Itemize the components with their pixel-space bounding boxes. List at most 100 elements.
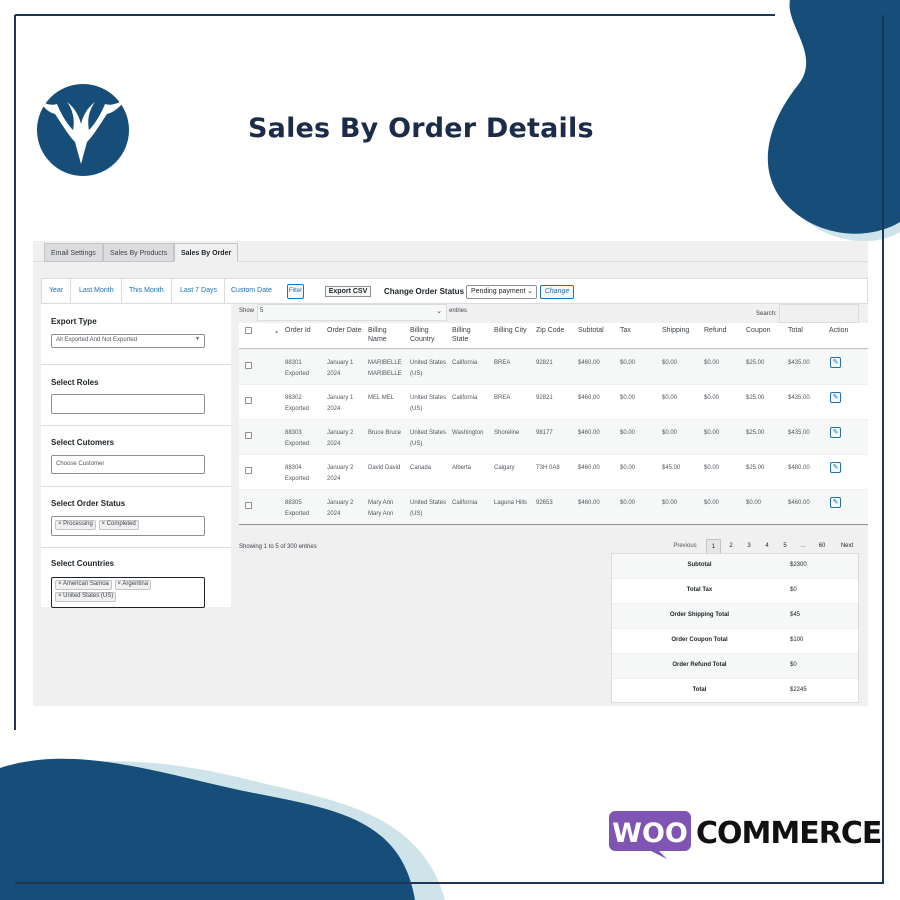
chip-label: United States (US): [63, 592, 114, 599]
woo-text: WOO: [612, 818, 688, 849]
chip-label: Completed: [106, 521, 136, 527]
col-billing-state[interactable]: Billing State: [452, 326, 486, 344]
select-all-checkbox[interactable]: [245, 327, 252, 334]
pagination-page-3[interactable]: 3: [742, 539, 756, 554]
filter-tab-last-month[interactable]: Last Month: [72, 279, 122, 304]
col-total[interactable]: Total: [788, 326, 803, 335]
row-checkbox[interactable]: [245, 467, 252, 474]
col-billing-name[interactable]: Billing Name: [368, 326, 402, 344]
chip-argentina[interactable]: × Argentina: [114, 580, 152, 590]
pagination-next[interactable]: Next: [837, 539, 857, 554]
col-billing-city[interactable]: Billing City: [494, 326, 527, 335]
change-status-button[interactable]: Change: [540, 285, 574, 299]
tax: $0.00: [620, 360, 636, 366]
total: $460.00: [788, 500, 810, 506]
row-checkbox[interactable]: [245, 502, 252, 509]
chip-united-states[interactable]: × United States (US): [55, 591, 117, 602]
edit-pencil-icon[interactable]: ✎: [830, 427, 841, 438]
woocommerce-logo: WOO: [609, 811, 691, 859]
order-status-selected: Pending payment: [471, 288, 526, 295]
summary-value: $2300: [790, 562, 807, 568]
customer-search-input[interactable]: Choose Customer: [51, 455, 205, 474]
subtotal: $460.00: [578, 500, 600, 506]
order-id[interactable]: 88302 Exported: [285, 393, 321, 415]
billing-city: Laguna Hills: [494, 500, 528, 506]
billing-state: California: [452, 395, 478, 401]
frame-left-line: [14, 15, 16, 730]
billing-state: Alberta: [452, 465, 472, 471]
table-row: 88303 Exported January 2 2024 Bruce Bruc…: [239, 420, 868, 455]
summary-row: Order Shipping Total $45: [612, 604, 858, 629]
pagination-page-60[interactable]: 60: [814, 539, 830, 554]
order-date: January 1 2024: [327, 395, 354, 412]
filter-tab-this-month[interactable]: This Month: [122, 279, 172, 304]
order-id[interactable]: 88301 Exported: [285, 358, 321, 380]
entries-select[interactable]: 5 ⌄: [257, 304, 447, 321]
summary-row: Total Tax $0: [612, 579, 858, 604]
filter-button[interactable]: Filter: [287, 284, 304, 299]
filter-bar: Year Last Month This Month Last 7 Days C…: [41, 278, 868, 304]
roles-input[interactable]: [51, 394, 205, 414]
tax: $0.00: [620, 500, 636, 506]
summary-label: Total Tax: [686, 587, 713, 593]
summary-row: Order Coupon Total $100: [612, 629, 858, 654]
order-id[interactable]: 88303 Exported: [285, 428, 321, 450]
col-order-id[interactable]: Order Id: [285, 326, 311, 335]
chip-processing[interactable]: × Processing: [55, 520, 96, 530]
summary-label: Order Refund Total: [672, 662, 727, 668]
chevron-down-icon: ⌄: [527, 288, 533, 295]
col-refund[interactable]: Refund: [704, 326, 727, 335]
pagination-previous[interactable]: Previous: [670, 539, 700, 554]
col-coupon[interactable]: Coupon: [746, 326, 771, 335]
subtotal: $460.00: [578, 430, 600, 436]
col-tax[interactable]: Tax: [620, 326, 631, 335]
order-status-multiselect[interactable]: × Processing × Completed: [51, 516, 205, 536]
filter-tab-year[interactable]: Year: [42, 279, 72, 304]
order-date: January 1 2024: [327, 360, 354, 377]
sort-icon: ▲: [274, 329, 279, 335]
col-subtotal[interactable]: Subtotal: [578, 326, 604, 335]
col-order-date[interactable]: Order Date: [327, 326, 362, 335]
zip-code: 98177: [536, 430, 553, 436]
refund: $0.00: [704, 430, 720, 436]
filter-tab-custom-date[interactable]: Custom Date: [224, 279, 279, 304]
subtotal: $460.00: [578, 395, 600, 401]
billing-state: Washington: [452, 430, 484, 436]
tax: $0.00: [620, 430, 636, 436]
customers-title: Select Cutomers: [51, 438, 115, 447]
order-status-select[interactable]: Pending payment ⌄: [466, 285, 537, 299]
chip-completed[interactable]: × Completed: [98, 520, 139, 530]
filter-tab-last-7-days[interactable]: Last 7 Days: [173, 279, 225, 304]
order-date: January 2 2024: [327, 500, 354, 517]
order-id[interactable]: 88304 Exported: [285, 463, 321, 485]
table-row: 88305 Exported January 2 2024 Mary Ann M…: [239, 490, 868, 525]
row-checkbox[interactable]: [245, 432, 252, 439]
col-billing-country[interactable]: Billing Country: [410, 326, 446, 344]
col-shipping[interactable]: Shipping: [662, 326, 689, 335]
col-zip-code[interactable]: Zip Code: [536, 326, 564, 335]
row-checkbox[interactable]: [245, 362, 252, 369]
export-type-select[interactable]: All Exported And Not Exported ▼: [51, 334, 205, 348]
export-csv-button[interactable]: Export CSV: [325, 286, 371, 297]
search-input[interactable]: [779, 304, 859, 323]
countries-multiselect[interactable]: × American Samoa × Argentina × United St…: [51, 577, 205, 608]
edit-pencil-icon[interactable]: ✎: [830, 462, 841, 473]
export-type-box: Export Type All Exported And Not Exporte…: [41, 304, 231, 365]
pagination-page-2[interactable]: 2: [724, 539, 738, 554]
summary-row: Order Refund Total $0: [612, 654, 858, 679]
pagination-page-4[interactable]: 4: [760, 539, 774, 554]
order-id[interactable]: 88305 Exported: [285, 498, 321, 520]
edit-pencil-icon[interactable]: ✎: [830, 357, 841, 368]
billing-name: Bruce Bruce: [368, 430, 402, 436]
edit-pencil-icon[interactable]: ✎: [830, 392, 841, 403]
row-checkbox[interactable]: [245, 397, 252, 404]
chip-american-samoa[interactable]: × American Samoa: [55, 580, 112, 590]
pagination-page-5[interactable]: 5: [778, 539, 792, 554]
tab-email-settings[interactable]: Email Settings: [44, 243, 103, 262]
tab-sales-by-products[interactable]: Sales By Products: [103, 243, 175, 262]
tab-sales-by-order[interactable]: Sales By Order: [174, 243, 239, 262]
refund: $0.00: [704, 395, 720, 401]
total: $435.00: [788, 395, 810, 401]
sidebar-filters: Export Type All Exported And Not Exporte…: [41, 304, 231, 608]
edit-pencil-icon[interactable]: ✎: [830, 497, 841, 508]
